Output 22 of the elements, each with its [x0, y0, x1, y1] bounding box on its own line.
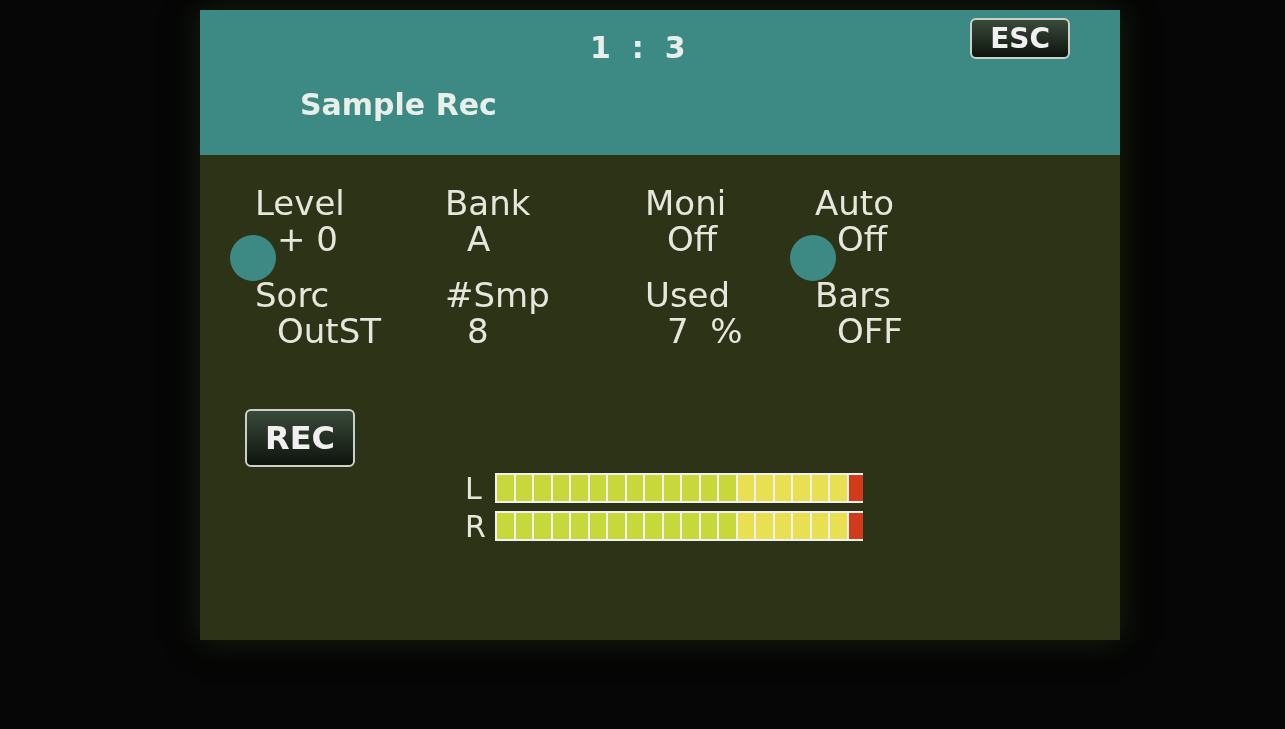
param-label: Used [645, 277, 732, 313]
channel-label: R [465, 513, 487, 541]
param-value: Off [667, 221, 719, 257]
param-value: A [467, 221, 492, 257]
screen-title: Sample Rec [300, 87, 498, 122]
param-value: + 0 [277, 221, 339, 257]
esc-button[interactable]: ESC [970, 18, 1070, 59]
param-value: Off [837, 221, 889, 257]
rec-button[interactable]: REC [245, 409, 355, 467]
channel-label: L [465, 475, 483, 503]
param-label: #Smp [445, 277, 551, 313]
param-value: 7 % [667, 313, 744, 349]
param-label: Moni [645, 185, 728, 221]
param-value: OutST [277, 313, 382, 349]
page-indicator: 1 : 3 [590, 30, 686, 65]
param-label: Bank [445, 185, 532, 221]
param-value: 8 [467, 313, 489, 349]
param-label: Level [255, 185, 346, 221]
param-label: Auto [815, 185, 895, 221]
param-label: Bars [815, 277, 892, 313]
param-value: OFF [837, 313, 904, 349]
param-label: Sorc [255, 277, 331, 313]
